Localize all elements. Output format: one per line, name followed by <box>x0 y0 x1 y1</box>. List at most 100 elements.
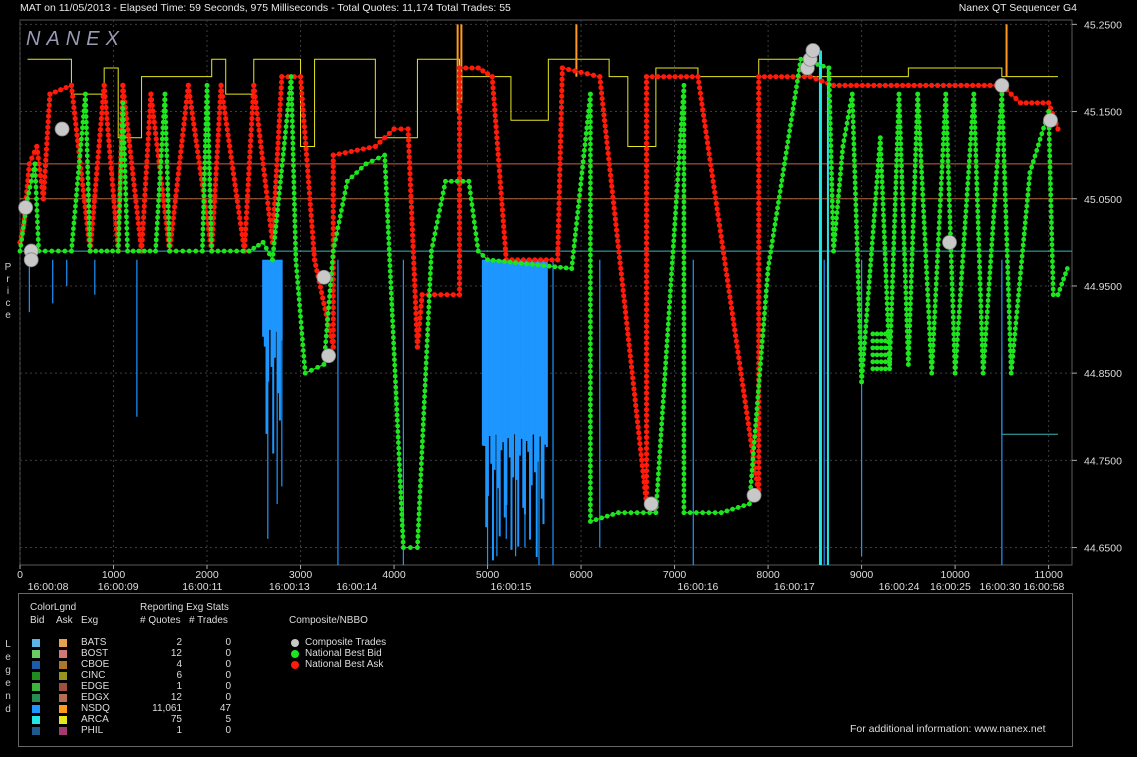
national-best-ask-point <box>248 121 255 127</box>
national-best-bid-point <box>341 196 347 202</box>
national-best-bid-point <box>990 225 996 231</box>
national-best-bid-point <box>83 97 89 103</box>
national-best-bid-point <box>960 259 965 264</box>
national-best-bid-point <box>588 269 593 275</box>
national-best-bid-point <box>854 230 860 235</box>
national-best-ask-point <box>469 65 475 71</box>
national-best-bid-point <box>667 293 673 299</box>
national-best-ask-point <box>407 182 414 188</box>
national-best-ask-point <box>643 407 650 413</box>
national-best-bid-point <box>883 352 888 358</box>
national-best-bid-point <box>681 216 687 221</box>
national-best-bid-point <box>933 287 939 292</box>
national-best-bid-point <box>939 175 944 181</box>
national-best-bid-point <box>278 179 283 185</box>
national-best-ask-point <box>150 108 156 114</box>
national-best-ask-point <box>643 373 650 379</box>
national-best-ask-point <box>150 113 157 120</box>
national-best-bid-point <box>443 178 448 184</box>
national-best-ask-point <box>557 166 563 173</box>
national-best-ask-point <box>246 160 253 166</box>
national-best-bid-point <box>681 160 687 166</box>
national-best-ask-point <box>215 126 222 133</box>
national-best-bid-point <box>864 312 870 318</box>
national-best-ask-point <box>607 167 613 173</box>
national-best-bid-point <box>956 309 962 315</box>
national-best-bid-point <box>321 362 327 367</box>
national-best-ask-point <box>605 150 611 156</box>
national-best-bid-point <box>202 171 207 177</box>
national-best-ask-point <box>456 292 463 298</box>
national-best-bid-point <box>979 320 984 326</box>
national-best-bid-point <box>901 224 906 229</box>
national-best-bid-point <box>982 348 988 354</box>
national-best-bid-point <box>202 165 208 171</box>
national-best-ask-point <box>145 130 152 136</box>
national-best-ask-point <box>490 90 497 96</box>
national-best-ask-point <box>298 85 304 91</box>
national-best-ask-point <box>1029 100 1035 106</box>
national-best-ask-point <box>139 231 146 237</box>
x-tick-label: 1000 <box>102 569 126 581</box>
national-best-bid-point <box>845 114 851 120</box>
legend-bid-swatch <box>32 650 40 658</box>
national-best-ask-point <box>103 110 110 116</box>
national-best-bid-point <box>400 528 406 534</box>
national-best-bid-point <box>1018 270 1023 276</box>
national-best-bid-point <box>973 164 979 170</box>
national-best-ask-point <box>456 120 463 126</box>
national-best-bid-point <box>658 432 664 438</box>
national-best-bid-point <box>422 382 428 388</box>
national-best-bid-point <box>398 495 404 501</box>
national-best-bid-point <box>930 354 935 359</box>
national-best-ask-point <box>555 240 561 246</box>
national-best-ask-point <box>215 143 221 149</box>
national-best-ask-point <box>643 345 650 352</box>
national-best-bid-point <box>121 134 127 140</box>
national-best-bid-point <box>962 231 967 237</box>
national-best-bid-point <box>681 193 687 199</box>
national-best-ask-point <box>330 192 336 198</box>
national-best-bid-point <box>578 181 584 187</box>
national-best-bid-point <box>1049 225 1054 231</box>
national-best-bid-point <box>205 99 210 105</box>
national-best-bid-point <box>425 315 431 321</box>
national-best-ask-point <box>643 96 650 102</box>
national-best-ask-point <box>234 193 240 199</box>
legend-bid-swatch <box>32 694 40 702</box>
national-best-bid-point <box>831 243 837 248</box>
national-best-ask-point <box>273 179 279 185</box>
national-best-bid-point <box>448 178 454 184</box>
national-best-ask-point <box>756 294 762 300</box>
national-best-bid-point <box>949 264 954 270</box>
national-best-bid-point <box>945 158 951 164</box>
national-best-ask-point <box>307 196 313 202</box>
national-best-bid-point <box>583 131 589 136</box>
national-best-ask-point <box>761 74 768 80</box>
national-best-ask-point <box>773 74 779 80</box>
national-best-bid-point <box>166 209 171 215</box>
national-best-bid-point <box>124 220 130 225</box>
national-best-bid-point <box>755 389 761 395</box>
national-best-bid-point <box>657 449 663 455</box>
national-best-bid-point <box>957 292 963 298</box>
national-best-bid-point <box>889 290 895 296</box>
national-best-bid-point <box>681 105 687 110</box>
national-best-bid-point <box>671 232 677 238</box>
national-best-bid-point <box>428 259 434 265</box>
national-best-ask-point <box>643 434 650 440</box>
national-best-bid-point <box>396 451 402 457</box>
national-best-bid-point <box>141 248 147 254</box>
national-best-ask-point <box>584 71 590 77</box>
national-best-bid-point <box>857 313 862 318</box>
national-best-bid-point <box>571 243 577 249</box>
national-best-bid-point <box>158 158 164 164</box>
composite-trade-point <box>1043 112 1058 128</box>
national-best-bid-point <box>918 147 923 153</box>
national-best-bid-point <box>1018 264 1024 270</box>
national-best-bid-point <box>775 205 780 211</box>
national-best-bid-point <box>661 393 666 399</box>
national-best-bid-point <box>913 141 919 147</box>
national-best-bid-point <box>35 219 40 225</box>
national-best-bid-point <box>681 399 687 405</box>
